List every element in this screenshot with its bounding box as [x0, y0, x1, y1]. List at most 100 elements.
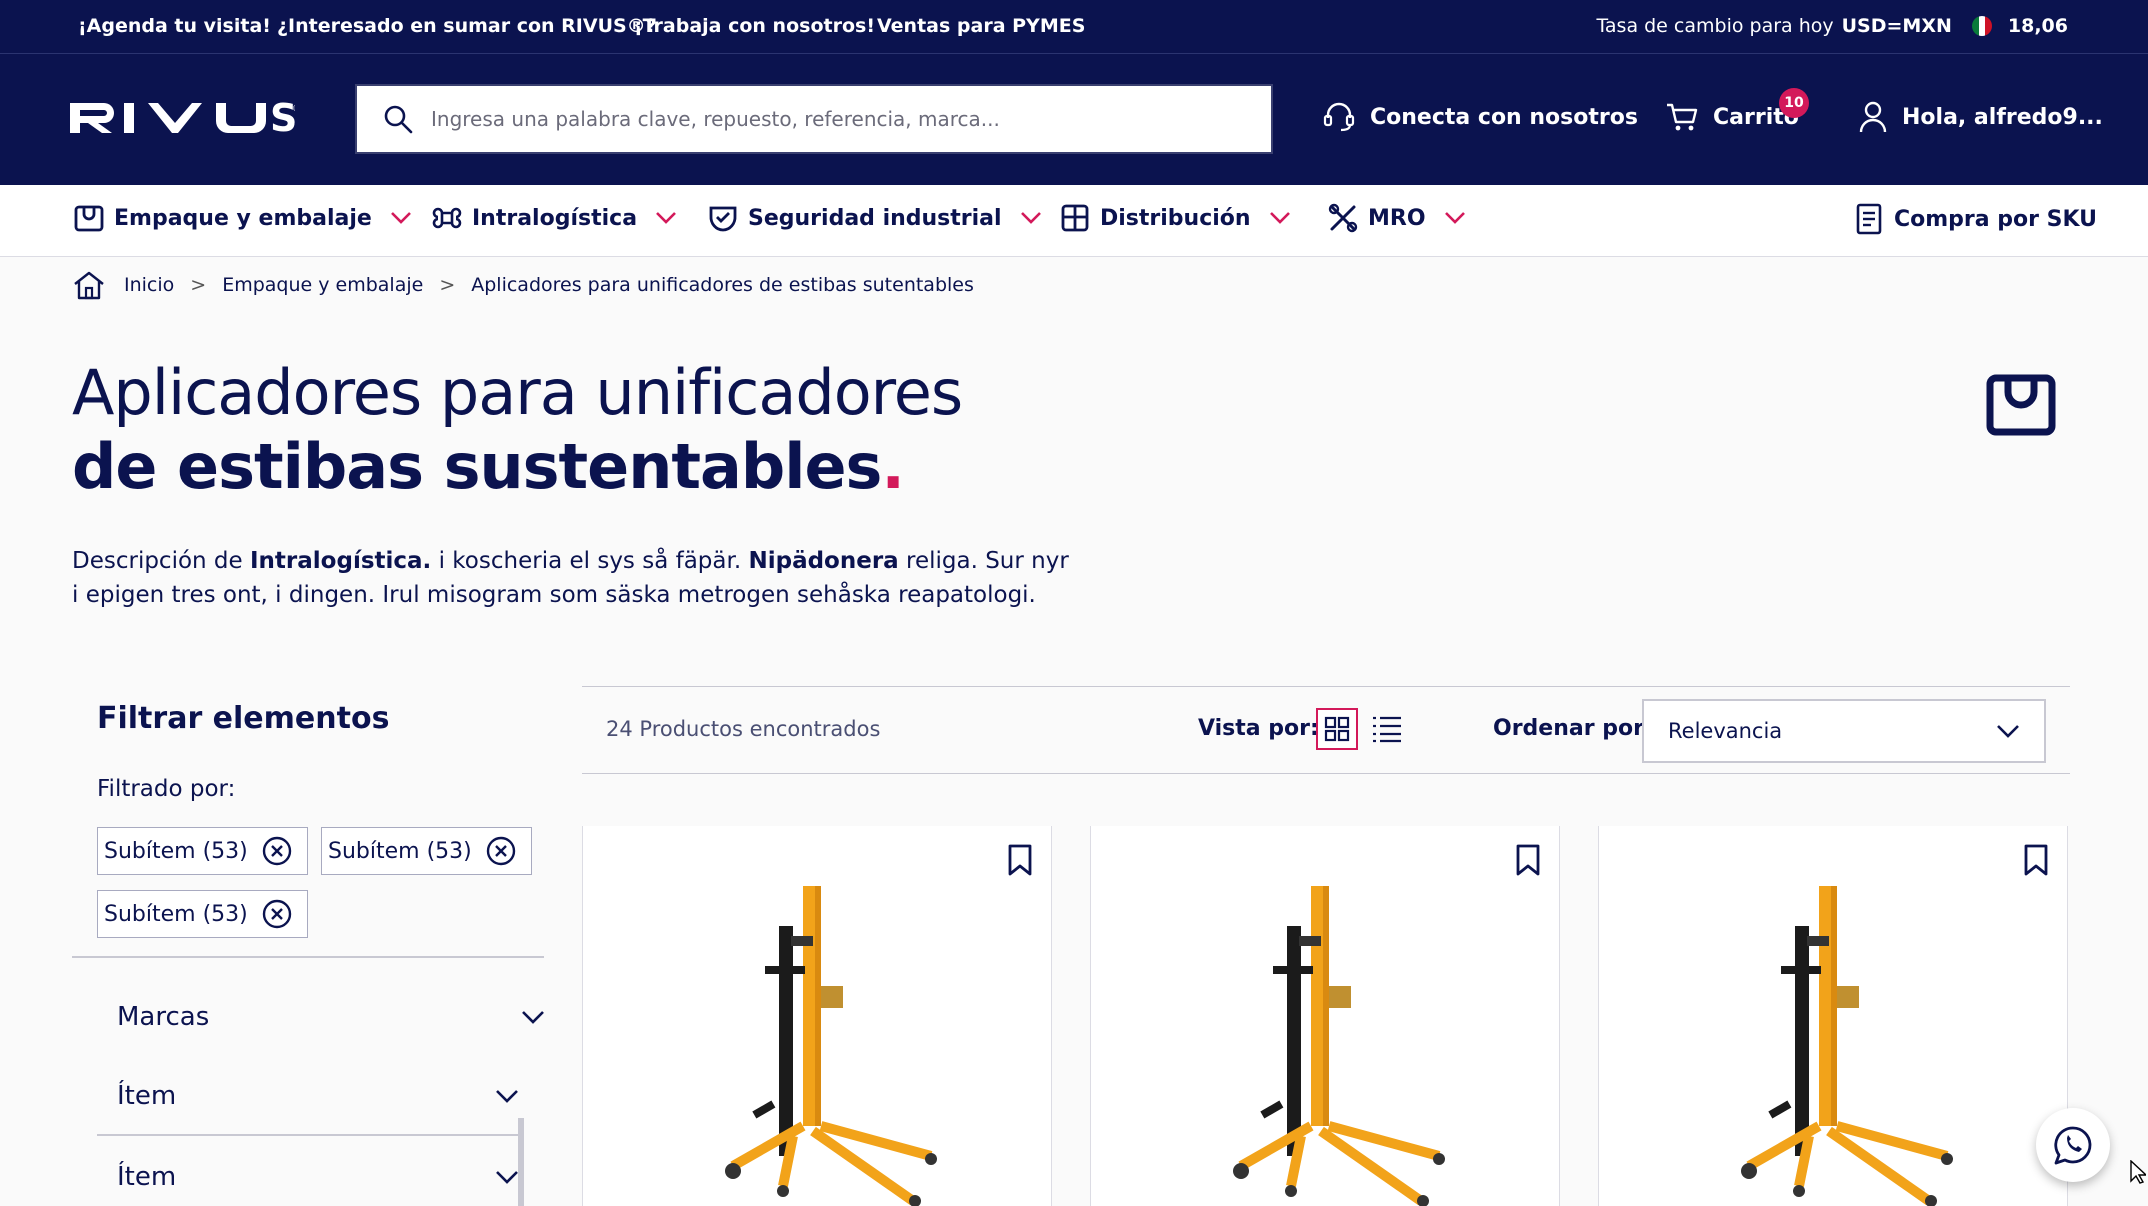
nav-sku[interactable]: Compra por SKU	[1854, 203, 2097, 235]
chevron-down-icon	[521, 1009, 545, 1025]
nav-distribucion[interactable]: Distribución	[1060, 203, 1291, 233]
nav-intralogistica[interactable]: Intralogística	[432, 203, 677, 233]
desc-bold-2: Nipädonera	[748, 548, 899, 574]
category-nav: Empaque y embalaje Intralogística Seguri…	[0, 185, 2148, 257]
grid-icon	[1324, 716, 1350, 742]
remove-circle-icon[interactable]	[262, 836, 292, 866]
title-dot: .	[881, 430, 905, 503]
cart-icon	[1665, 100, 1699, 134]
cart-link[interactable]: Carrito 10	[1665, 88, 1809, 134]
desc-text-1: Descripción de	[72, 548, 250, 574]
exchange-rate: Tasa de cambio para hoy USD=MXN 18,06	[1596, 15, 2068, 37]
search-icon[interactable]	[383, 104, 413, 134]
filter-chip-label: Subítem (53)	[328, 838, 472, 864]
nav-mro[interactable]: MRO	[1328, 203, 1466, 233]
bookmark-icon[interactable]	[1007, 844, 1033, 876]
nav-empaque[interactable]: Empaque y embalaje	[74, 203, 412, 233]
product-card[interactable]	[582, 826, 1052, 1206]
mouse-cursor-icon	[2130, 1160, 2146, 1184]
rate-value: 18,06	[2007, 15, 2068, 37]
sort-label: Ordenar por:	[1493, 716, 1653, 741]
page-title-line2-text: de estibas sustentables	[72, 430, 882, 503]
svg-text:®: ®	[292, 104, 295, 113]
home-icon[interactable]	[72, 270, 106, 300]
bookmark-icon[interactable]	[1515, 844, 1541, 876]
results-count: 24 Productos encontrados	[606, 717, 881, 741]
list-icon	[1372, 715, 1402, 743]
topbar-link-visita[interactable]: ¡Agenda tu visita!	[78, 15, 271, 37]
breadcrumb-current: Aplicadores para unificadores de estibas…	[471, 274, 974, 296]
topbar-link-sumar[interactable]: ¿Interesado en sumar con RIVUS®?	[277, 15, 657, 37]
product-card[interactable]	[1598, 826, 2068, 1206]
main-header: S ® Conecta con nosotros Carrito 10 Hola…	[0, 54, 2148, 185]
chevron-down-icon	[390, 211, 412, 225]
accordion-item[interactable]: Ítem	[97, 1138, 519, 1206]
filter-chip[interactable]: Subítem (53)	[97, 827, 308, 875]
filter-chip-label: Subítem (53)	[104, 838, 248, 864]
rate-pair: USD=MXN	[1841, 15, 1952, 37]
chevron-down-icon	[1444, 211, 1466, 225]
contact-link[interactable]: Conecta con nosotros	[1322, 100, 1638, 134]
mexico-flag-icon	[1971, 16, 1992, 36]
filter-divider	[72, 956, 544, 958]
filter-chip[interactable]: Subítem (53)	[97, 890, 308, 938]
product-card[interactable]	[1090, 826, 1560, 1206]
grid-view-button[interactable]	[1316, 708, 1358, 750]
page-title-line1: Aplicadores para unificadores	[72, 356, 963, 429]
breadcrumb: Inicio > Empaque y embalaje > Aplicadore…	[72, 270, 974, 300]
search-input[interactable]	[431, 107, 1251, 131]
contact-label: Conecta con nosotros	[1370, 104, 1638, 130]
topbar-link-trabaja[interactable]: ¡Trabaja con nosotros!	[634, 15, 875, 37]
nav-seguridad[interactable]: Seguridad industrial	[708, 203, 1042, 233]
filter-chip[interactable]: Subítem (53)	[321, 827, 532, 875]
remove-circle-icon[interactable]	[486, 836, 516, 866]
chevron-down-icon	[495, 1169, 519, 1185]
breadcrumb-inicio[interactable]: Inicio	[124, 274, 174, 296]
whatsapp-button[interactable]	[2036, 1108, 2110, 1182]
accordion-label: Ítem	[117, 1162, 177, 1192]
search-bar[interactable]	[355, 84, 1273, 154]
cart-count-badge: 10	[1779, 88, 1809, 118]
accordion-marcas[interactable]: Marcas	[97, 978, 545, 1056]
user-label: Hola, alfredo9...	[1902, 104, 2103, 130]
command-icon	[432, 203, 462, 233]
chevron-down-icon	[495, 1088, 519, 1104]
view-label: Vista por:	[1198, 716, 1319, 741]
drum-lifter-image	[693, 856, 953, 1206]
desc-bold-1: Intralogística.	[250, 548, 432, 574]
nav-sku-label: Compra por SKU	[1894, 206, 2098, 232]
accordion-item[interactable]: Ítem	[97, 1058, 519, 1136]
top-bar: ¡Agenda tu visita! ¿Interesado en sumar …	[0, 0, 2148, 54]
filter-title: Filtrar elementos	[97, 701, 390, 736]
chevron-down-icon	[1269, 211, 1291, 225]
breadcrumb-empaque[interactable]: Empaque y embalaje	[222, 274, 423, 296]
user-menu[interactable]: Hola, alfredo9...	[1858, 100, 2103, 134]
bookmark-icon[interactable]	[2023, 844, 2049, 876]
sku-list-icon	[1854, 203, 1884, 235]
shield-icon	[708, 203, 738, 233]
tools-icon	[1328, 203, 1358, 233]
desc-text-2: i koscheria el sys så fäpär.	[431, 548, 749, 574]
headset-icon	[1322, 100, 1356, 134]
drum-lifter-image	[1709, 856, 1969, 1206]
breadcrumb-separator: >	[190, 274, 207, 296]
nav-intralogistica-label: Intralogística	[472, 205, 638, 231]
sort-value: Relevancia	[1668, 719, 1783, 743]
box-icon	[74, 203, 104, 233]
list-view-button[interactable]	[1372, 715, 1402, 743]
remove-circle-icon[interactable]	[262, 899, 292, 929]
topbar-link-pymes[interactable]: Ventas para PYMES	[877, 15, 1085, 37]
sort-select[interactable]: Relevancia	[1642, 699, 2046, 763]
user-icon	[1858, 100, 1888, 134]
chevron-down-icon	[1020, 211, 1042, 225]
rivus-logo[interactable]: S ®	[70, 101, 295, 135]
page-description: Descripción de Intralogística. i koscher…	[72, 544, 1072, 612]
results-toolbar: 24 Productos encontrados Vista por: Orde…	[582, 686, 2070, 774]
filtered-by-label: Filtrado por:	[97, 776, 236, 802]
rate-label: Tasa de cambio para hoy	[1596, 15, 1834, 37]
filter-chip-label: Subítem (53)	[104, 901, 248, 927]
nav-empaque-label: Empaque y embalaje	[114, 205, 372, 231]
nav-distribucion-label: Distribución	[1100, 205, 1251, 231]
accordion-label: Marcas	[117, 1002, 210, 1032]
filter-scrollbar[interactable]	[518, 1118, 524, 1206]
